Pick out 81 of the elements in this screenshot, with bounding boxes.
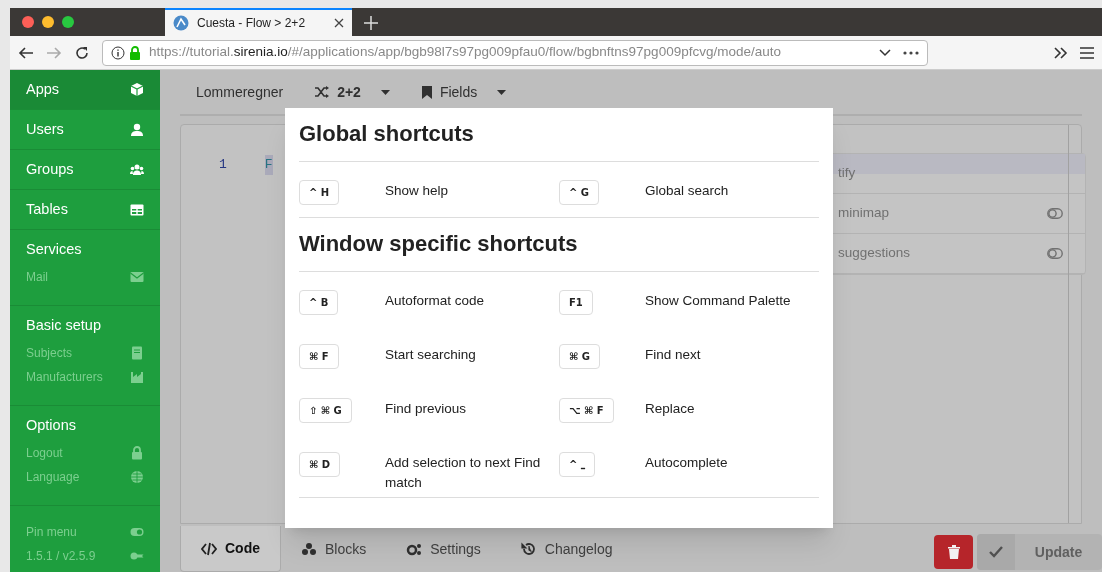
fields-dropdown[interactable]: Fields — [421, 81, 507, 103]
setting-label: suggestions — [838, 244, 911, 263]
bookmark-icon — [421, 85, 432, 99]
tab[interactable]: Code — [180, 526, 281, 572]
caret-icon — [380, 89, 390, 95]
tab[interactable]: Blocks — [281, 526, 387, 572]
toggle-icon — [130, 525, 144, 539]
sidebar-item[interactable]: Tables — [10, 190, 160, 229]
shortcut-label: Find next — [645, 346, 702, 364]
envelope-icon — [130, 270, 144, 284]
tab[interactable]: Changelog — [500, 526, 633, 572]
factory-icon — [130, 370, 144, 384]
section-heading: Window specific shortcuts — [299, 230, 579, 258]
sidebar-subitem[interactable]: Manufacturers — [10, 365, 160, 389]
shortcut-label: Show help — [385, 182, 450, 200]
new-tab-icon[interactable] — [364, 16, 378, 30]
globe-icon — [130, 470, 144, 484]
shortcut-label: Replace — [645, 400, 696, 418]
users-icon — [130, 162, 144, 177]
gear-icon — [406, 542, 423, 556]
sidebar-footer-item[interactable]: 1.5.1 / v2.5.9 — [10, 544, 160, 568]
key-badge: ⌘ D — [299, 452, 341, 477]
check-icon — [989, 546, 1003, 558]
sidebar-subitem[interactable]: Language — [10, 465, 160, 489]
shortcut-label: Autocomplete — [645, 454, 729, 472]
sidebar-footer-item[interactable]: Pin menu — [10, 520, 160, 544]
delete-button[interactable] — [934, 535, 973, 569]
overflow-icon[interactable] — [1054, 46, 1068, 59]
key-badge: ⌥ ⌘ F — [559, 398, 614, 423]
shortcut-label: Find previous — [385, 400, 468, 418]
code-text: F — [264, 155, 273, 175]
toggle-icon[interactable] — [1047, 208, 1063, 219]
url-text: https://tutorial.sirenia.io/#/applications/app/bgb98l7s97pg009pfau0/flow/bgbnftns97pg009pfcvg/mode/auto — [149, 43, 782, 62]
section-heading: Global shortcuts — [299, 120, 475, 148]
sidebar-item[interactable]: Groups — [10, 150, 160, 189]
user-icon — [130, 122, 144, 137]
key-badge: F1 — [559, 290, 593, 315]
trash-icon — [947, 545, 960, 559]
key-badge: ^ G — [559, 180, 600, 205]
shortcut-label: Show Command Palette — [645, 292, 792, 310]
update-button[interactable]: Update — [977, 534, 1102, 570]
book-icon — [130, 346, 144, 360]
table-icon — [130, 202, 144, 217]
tab-title: Cuesta - Flow > 2+2 — [197, 15, 307, 32]
lock-icon — [130, 446, 144, 460]
browser-tab[interactable]: Cuesta - Flow > 2+2 — [165, 8, 352, 36]
menu-icon[interactable] — [1080, 46, 1094, 59]
tab[interactable]: Settings — [386, 526, 501, 572]
key-badge: ^ ⎵ — [559, 452, 595, 477]
code-icon — [201, 541, 217, 556]
flow-dropdown[interactable]: 2+2 — [315, 81, 390, 103]
shortcut-label: Start searching — [385, 346, 477, 364]
more-icon[interactable] — [903, 50, 919, 55]
shortcut-label: Global search — [645, 182, 730, 200]
app-name: Lommeregner — [195, 82, 284, 102]
shortcut-label: Add selection to next Find match — [385, 454, 542, 492]
key-badge: ⌘ F — [299, 344, 339, 369]
sidebar-item[interactable]: Users — [10, 110, 160, 149]
caret-icon — [497, 89, 507, 95]
lock-icon — [129, 45, 141, 60]
url-field[interactable]: https://tutorial.sirenia.io/#/applications/app/bgb98l7s97pg009pfau0/flow/bgbnftns97pg009pfcvg/mode/auto — [102, 39, 928, 66]
info-icon — [111, 45, 125, 60]
line-number: 1 — [219, 156, 227, 174]
chevron-down-icon[interactable] — [879, 48, 891, 57]
setting-label: tify — [838, 164, 856, 183]
toggle-icon[interactable] — [1047, 248, 1063, 259]
setting-label: minimap — [838, 204, 889, 223]
back-icon[interactable] — [18, 44, 34, 61]
key-badge: ⌘ G — [559, 344, 600, 369]
history-icon — [520, 542, 537, 556]
cubes-icon — [301, 542, 317, 556]
close-icon[interactable] — [334, 18, 344, 28]
key-badge: ^ H — [299, 180, 340, 205]
reload-icon[interactable] — [74, 44, 90, 61]
sidebar-item[interactable]: Apps — [10, 70, 160, 109]
cube-icon — [130, 82, 144, 97]
key-badge: ⇧ ⌘ G — [299, 398, 352, 423]
app-logo-icon — [173, 15, 189, 31]
shuffle-icon — [315, 86, 330, 98]
key-badge: ^ B — [299, 290, 339, 315]
shortcut-label: Autoformat code — [385, 292, 486, 310]
